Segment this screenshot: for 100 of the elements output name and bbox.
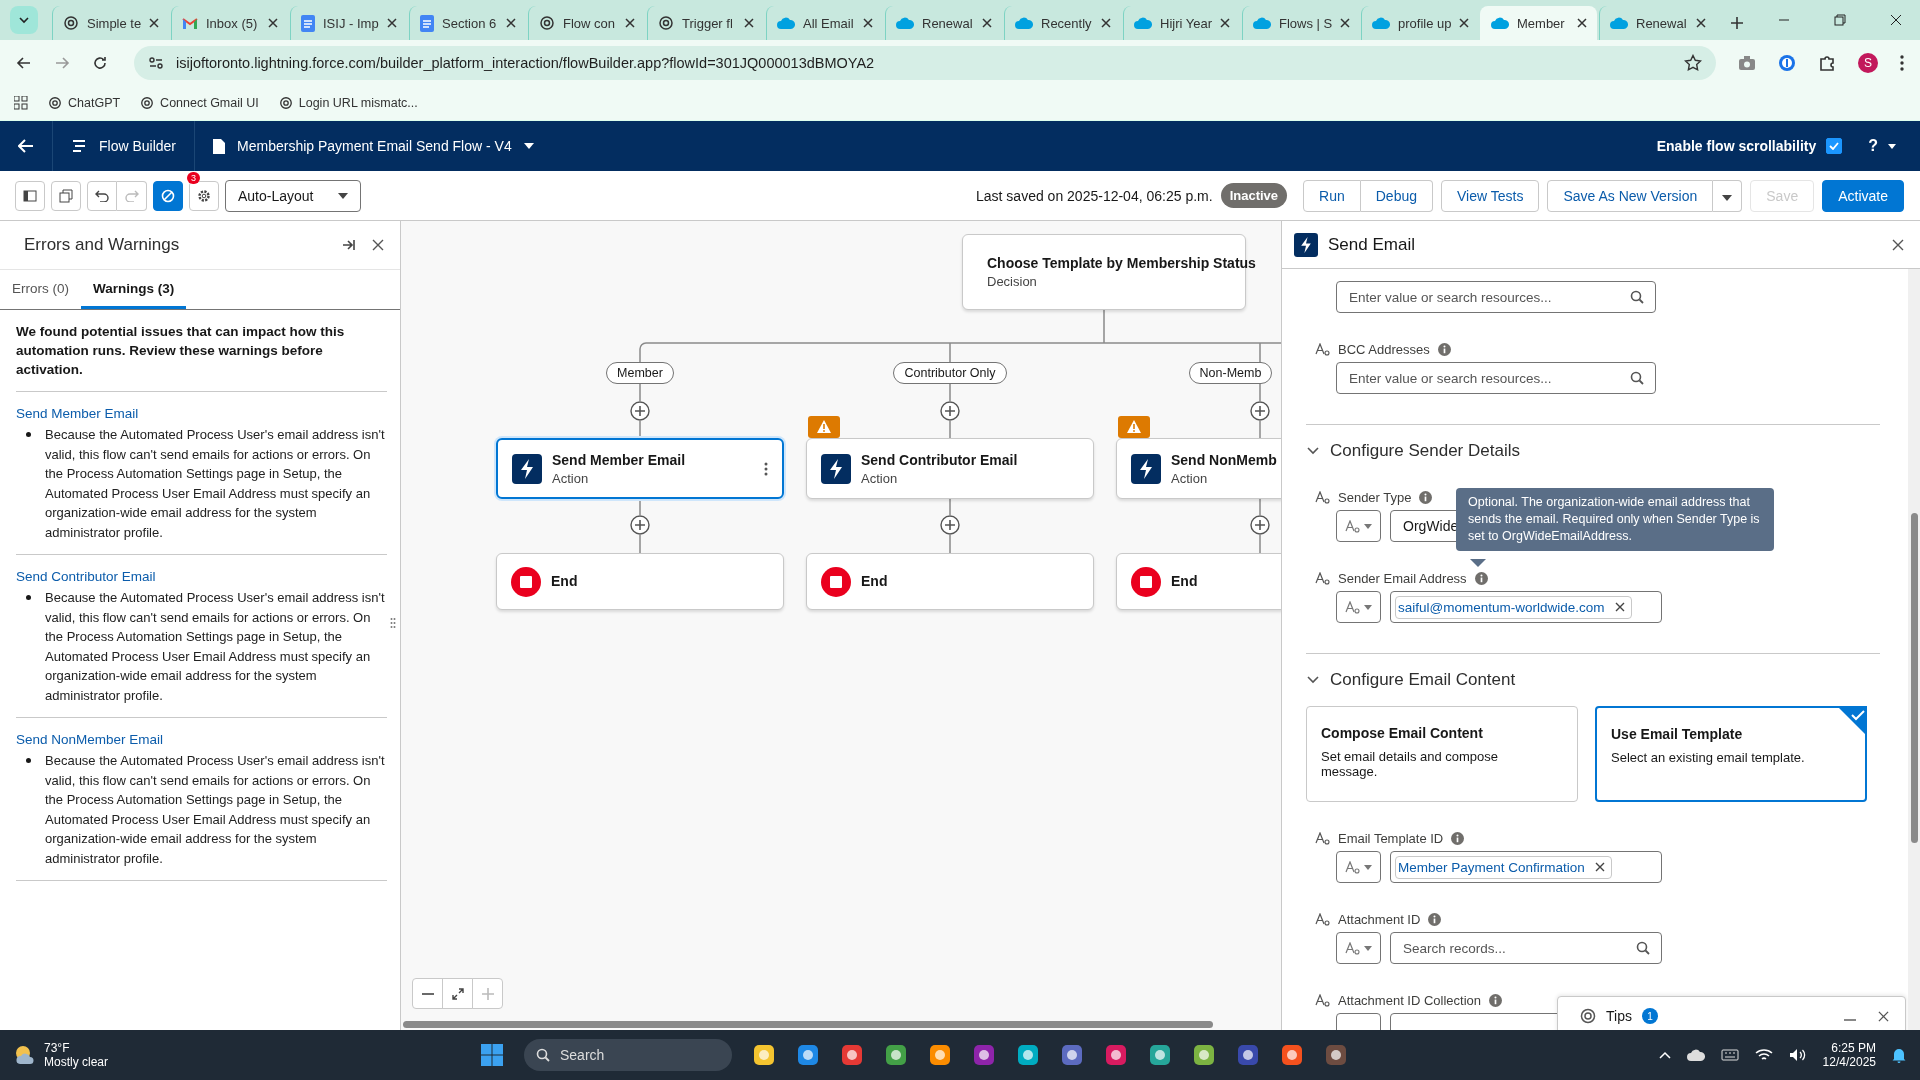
checkbox[interactable] bbox=[1826, 138, 1843, 154]
type-picker-button[interactable] bbox=[1336, 591, 1381, 623]
search-field[interactable]: Search records... bbox=[1390, 932, 1662, 964]
dropdown-button[interactable] bbox=[1713, 179, 1743, 212]
close-icon[interactable] bbox=[982, 18, 992, 28]
chevron-up-icon[interactable] bbox=[1658, 1051, 1671, 1059]
info-icon[interactable] bbox=[1474, 571, 1488, 585]
close-icon[interactable] bbox=[372, 239, 384, 251]
tab-search-button[interactable] bbox=[10, 6, 38, 34]
site-settings-icon[interactable] bbox=[148, 54, 164, 71]
end-node[interactable]: End bbox=[496, 553, 784, 610]
search-field[interactable]: Enter value or search resources... bbox=[1336, 362, 1656, 394]
close-icon[interactable] bbox=[1459, 18, 1470, 28]
app-tile-icon[interactable] bbox=[972, 1043, 996, 1067]
settings-button[interactable] bbox=[189, 180, 219, 211]
app-tile-icon[interactable] bbox=[752, 1043, 776, 1067]
app-tile-icon[interactable] bbox=[1236, 1043, 1260, 1067]
error-check-button[interactable] bbox=[153, 180, 183, 211]
element-link[interactable]: Send Contributor Email bbox=[16, 569, 156, 584]
toggle-panel-button[interactable] bbox=[15, 180, 45, 211]
app-tile-icon[interactable] bbox=[1280, 1043, 1304, 1067]
restore-icon[interactable] bbox=[1834, 14, 1846, 26]
close-icon[interactable] bbox=[387, 18, 397, 28]
end-node[interactable]: End bbox=[1116, 553, 1281, 610]
windows-logo-icon[interactable] bbox=[480, 1043, 504, 1067]
close-icon[interactable] bbox=[1340, 18, 1351, 28]
app-tile-icon[interactable] bbox=[1104, 1043, 1128, 1067]
add-element-icon[interactable] bbox=[630, 401, 650, 421]
resize-handle-icon[interactable] bbox=[390, 617, 396, 629]
debug-button[interactable]: Debug bbox=[1360, 179, 1433, 212]
forward-arrow-icon[interactable] bbox=[54, 54, 70, 71]
save-as-button[interactable]: Save As New Version bbox=[1547, 179, 1714, 212]
scrollbar-thumb[interactable] bbox=[1911, 513, 1918, 843]
wifi-icon[interactable] bbox=[1754, 1048, 1773, 1062]
info-icon[interactable] bbox=[1451, 831, 1465, 845]
back-arrow-icon[interactable] bbox=[18, 139, 34, 153]
add-element-icon[interactable] bbox=[630, 515, 650, 535]
app-tile-icon[interactable] bbox=[1016, 1043, 1040, 1067]
horizontal-scrollbar[interactable] bbox=[403, 1021, 1213, 1028]
warning-icon[interactable] bbox=[1118, 416, 1150, 438]
add-element-icon[interactable] bbox=[940, 515, 960, 535]
type-picker-button[interactable] bbox=[1336, 932, 1381, 964]
warning-icon[interactable] bbox=[808, 416, 840, 438]
add-element-icon[interactable] bbox=[940, 401, 960, 421]
close-icon[interactable] bbox=[149, 18, 160, 28]
copy-button[interactable] bbox=[51, 180, 81, 211]
profile-avatar[interactable]: S bbox=[1858, 52, 1878, 73]
back-arrow-icon[interactable] bbox=[16, 54, 32, 71]
browser-tab[interactable]: Member bbox=[1480, 6, 1597, 40]
option-card[interactable]: Compose Email Content Set email details and compose message. bbox=[1306, 706, 1578, 802]
panel-tab[interactable]: Warnings (3) bbox=[81, 270, 187, 309]
combobox-field[interactable]: saiful@momentum-worldwide.com bbox=[1390, 591, 1662, 623]
info-icon[interactable] bbox=[1489, 993, 1503, 1007]
info-icon[interactable] bbox=[1437, 342, 1451, 356]
taskbar-search[interactable]: Search bbox=[524, 1039, 732, 1071]
end-node[interactable]: End bbox=[806, 553, 1094, 610]
type-picker-button[interactable] bbox=[1336, 510, 1381, 542]
apps-grid-icon[interactable] bbox=[14, 95, 28, 110]
close-icon[interactable] bbox=[625, 18, 635, 28]
app-tile-icon[interactable] bbox=[796, 1043, 820, 1067]
close-icon[interactable] bbox=[1696, 18, 1706, 28]
action-node[interactable]: Send Member Email Action bbox=[496, 438, 784, 499]
activate-button[interactable]: Activate bbox=[1822, 179, 1904, 212]
address-bar[interactable]: isijoftoronto.lightning.force.com/builder_platform_interaction/flowBuilder.app?flowId=301JQ000013dBMOYA2 bbox=[134, 45, 1716, 80]
keyboard-icon[interactable] bbox=[1720, 1049, 1739, 1061]
combobox-field[interactable]: Member Payment Confirmation bbox=[1390, 851, 1662, 883]
fit-view-button[interactable] bbox=[442, 978, 473, 1009]
app-tile-icon[interactable] bbox=[840, 1043, 864, 1067]
undo-button[interactable] bbox=[87, 180, 117, 211]
app-tile-icon[interactable] bbox=[884, 1043, 908, 1067]
layout-dropdown[interactable]: Auto-Layout bbox=[225, 179, 361, 212]
close-icon[interactable] bbox=[1101, 18, 1111, 28]
selected-value-pill[interactable]: Member Payment Confirmation bbox=[1395, 855, 1612, 879]
option-card[interactable]: Use Email Template Select an existing email template. bbox=[1595, 706, 1867, 802]
action-button[interactable]: View Tests bbox=[1441, 179, 1540, 212]
info-icon[interactable] bbox=[1419, 490, 1433, 504]
action-node[interactable]: Send Contributor Email Action bbox=[806, 438, 1094, 499]
more-options-icon[interactable] bbox=[764, 461, 768, 476]
puzzle-piece-icon[interactable] bbox=[1818, 53, 1836, 72]
cloud-icon[interactable] bbox=[1686, 1049, 1705, 1061]
speaker-icon[interactable] bbox=[1788, 1048, 1807, 1062]
app-tile-icon[interactable] bbox=[1324, 1043, 1348, 1067]
password-manager-icon[interactable] bbox=[1778, 53, 1796, 72]
bell-icon[interactable] bbox=[1892, 1047, 1906, 1063]
close-icon[interactable] bbox=[1577, 18, 1587, 28]
camera-icon[interactable] bbox=[1738, 54, 1756, 71]
close-icon[interactable] bbox=[1890, 14, 1902, 26]
help-menu[interactable]: ? bbox=[1868, 137, 1878, 155]
close-icon[interactable] bbox=[1892, 238, 1904, 251]
search-field[interactable]: Enter value or search resources... bbox=[1336, 281, 1656, 313]
close-icon[interactable] bbox=[1878, 1010, 1889, 1022]
more-options-icon[interactable] bbox=[1900, 54, 1904, 71]
reload-icon[interactable] bbox=[92, 54, 108, 71]
caret-icon[interactable] bbox=[1888, 143, 1896, 149]
close-icon[interactable] bbox=[506, 18, 516, 28]
close-icon[interactable] bbox=[1614, 602, 1625, 612]
add-element-icon[interactable] bbox=[1250, 401, 1270, 421]
close-icon[interactable] bbox=[744, 18, 754, 28]
close-icon[interactable] bbox=[1594, 862, 1605, 872]
run-button[interactable]: Run bbox=[1303, 179, 1361, 212]
